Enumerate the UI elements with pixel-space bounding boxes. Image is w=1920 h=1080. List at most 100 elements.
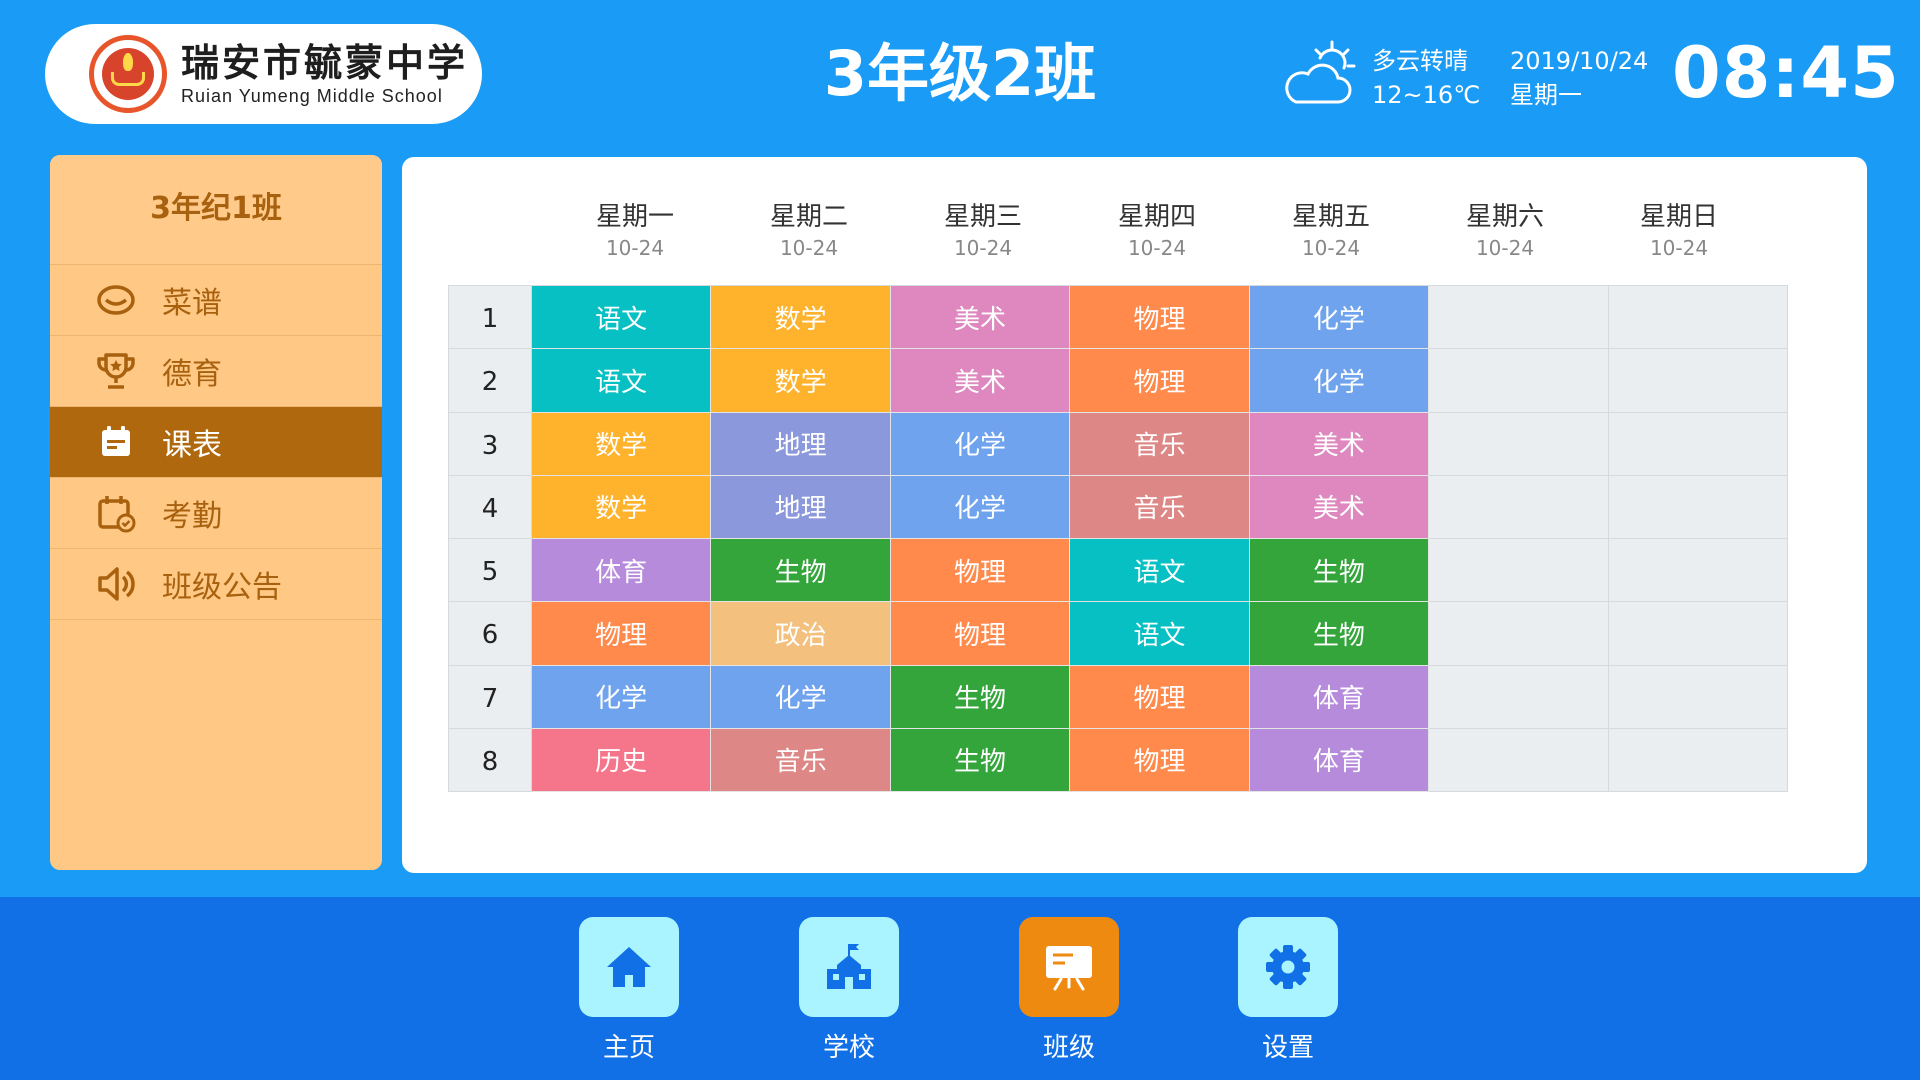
- empty-cell[interactable]: [1608, 475, 1788, 539]
- class-cell[interactable]: 物理: [1070, 728, 1250, 792]
- empty-cell[interactable]: [1429, 349, 1609, 413]
- empty-cell[interactable]: [1608, 665, 1788, 729]
- class-cell[interactable]: 语文: [1070, 539, 1250, 603]
- weather-condition: 多云转晴: [1372, 47, 1468, 75]
- class-cell[interactable]: 体育: [531, 539, 712, 603]
- class-cell[interactable]: 体育: [1249, 665, 1430, 729]
- empty-cell[interactable]: [1608, 412, 1788, 476]
- empty-cell[interactable]: [1429, 286, 1609, 350]
- class-cell[interactable]: 物理: [890, 602, 1071, 666]
- class-cell[interactable]: 音乐: [1070, 412, 1250, 476]
- class-cell[interactable]: 物理: [531, 602, 712, 666]
- day-name: 星期日: [1639, 202, 1718, 232]
- class-cell[interactable]: 美术: [890, 349, 1071, 413]
- class-cell[interactable]: 美术: [1249, 412, 1430, 476]
- table-row: 1 语文 数学 美术 物理 化学: [449, 286, 1788, 350]
- nav-class[interactable]: 班级: [1019, 917, 1119, 1065]
- class-cell[interactable]: 历史: [531, 728, 712, 792]
- class-cell[interactable]: 语文: [531, 349, 712, 413]
- class-cell[interactable]: 化学: [1249, 286, 1430, 350]
- class-cell[interactable]: 政治: [711, 602, 891, 666]
- period-number: 3: [449, 412, 532, 476]
- settings-button[interactable]: [1238, 917, 1338, 1017]
- class-cell[interactable]: 化学: [531, 665, 712, 729]
- class-cell[interactable]: 生物: [890, 665, 1071, 729]
- class-cell[interactable]: 生物: [1249, 602, 1430, 666]
- class-cell[interactable]: 数学: [711, 349, 891, 413]
- gear-icon: [1266, 945, 1310, 989]
- class-cell[interactable]: 语文: [531, 286, 712, 350]
- class-cell[interactable]: 生物: [711, 539, 891, 603]
- day-date: 10-24: [605, 236, 665, 260]
- class-cell[interactable]: 地理: [711, 412, 891, 476]
- period-number: 5: [449, 539, 532, 603]
- class-cell[interactable]: 化学: [890, 475, 1071, 539]
- nav-label: 学校: [822, 1033, 875, 1063]
- empty-cell[interactable]: [1608, 539, 1788, 603]
- sidebar-item-announcement[interactable]: 班级公告: [50, 549, 382, 620]
- school-icon: [827, 944, 871, 989]
- class-cell[interactable]: 生物: [890, 728, 1071, 792]
- class-cell[interactable]: 化学: [711, 665, 891, 729]
- class-cell[interactable]: 体育: [1249, 728, 1430, 792]
- calendar-icon: [96, 422, 136, 462]
- class-cell[interactable]: 语文: [1070, 602, 1250, 666]
- class-cell[interactable]: 美术: [890, 286, 1071, 350]
- class-cell[interactable]: 化学: [890, 412, 1071, 476]
- class-cell[interactable]: 物理: [1070, 349, 1250, 413]
- sidebar-item-menu[interactable]: 菜谱: [50, 265, 382, 336]
- period-number: 2: [449, 349, 532, 413]
- sidebar-item-moral-education[interactable]: 德育: [50, 336, 382, 407]
- day-name: 星期四: [1117, 202, 1196, 232]
- empty-cell[interactable]: [1429, 602, 1609, 666]
- empty-cell[interactable]: [1608, 286, 1788, 350]
- home-icon: [607, 947, 651, 987]
- home-button[interactable]: [579, 917, 679, 1017]
- day-header: 星期一 10-24: [548, 200, 722, 262]
- sidebar-item-timetable[interactable]: 课表: [50, 407, 382, 478]
- empty-cell[interactable]: [1429, 475, 1609, 539]
- day-date: 10-24: [1301, 236, 1361, 260]
- nav-home[interactable]: 主页: [579, 917, 679, 1065]
- empty-cell[interactable]: [1608, 728, 1788, 792]
- empty-cell[interactable]: [1608, 349, 1788, 413]
- bowl-icon: [96, 280, 136, 320]
- speaker-icon: [96, 564, 136, 604]
- day-date: 10-24: [1649, 236, 1709, 260]
- table-row: 2 语文 数学 美术 物理 化学: [449, 349, 1788, 413]
- class-cell[interactable]: 物理: [1070, 665, 1250, 729]
- class-cell[interactable]: 物理: [1070, 286, 1250, 350]
- nav-label: 主页: [602, 1033, 655, 1063]
- nav-settings[interactable]: 设置: [1238, 917, 1338, 1065]
- class-cell[interactable]: 生物: [1249, 539, 1430, 603]
- period-number: 1: [449, 286, 532, 350]
- day-header: 星期五 10-24: [1244, 200, 1418, 262]
- empty-cell[interactable]: [1429, 412, 1609, 476]
- class-cell[interactable]: 地理: [711, 475, 891, 539]
- nav-label: 设置: [1261, 1033, 1314, 1063]
- period-number: 7: [449, 665, 532, 729]
- empty-cell[interactable]: [1429, 728, 1609, 792]
- sidebar-item-attendance[interactable]: 考勤: [50, 478, 382, 549]
- class-cell[interactable]: 数学: [531, 475, 712, 539]
- current-weekday: 星期一: [1510, 81, 1582, 109]
- class-button[interactable]: [1019, 917, 1119, 1017]
- class-cell[interactable]: 音乐: [1070, 475, 1250, 539]
- day-header: 星期三 10-24: [896, 200, 1070, 262]
- whiteboard-icon: [1046, 946, 1092, 991]
- class-cell[interactable]: 数学: [531, 412, 712, 476]
- trophy-icon: [96, 351, 136, 391]
- bottom-nav: 主页 学校 班级 设置: [0, 897, 1920, 1080]
- class-cell[interactable]: 数学: [711, 286, 891, 350]
- class-cell[interactable]: 音乐: [711, 728, 891, 792]
- school-button[interactable]: [799, 917, 899, 1017]
- cloud-sun-icon: [1285, 40, 1356, 104]
- nav-school[interactable]: 学校: [799, 917, 899, 1065]
- school-name-cn: 瑞安市毓蒙中学: [181, 40, 469, 85]
- empty-cell[interactable]: [1608, 602, 1788, 666]
- class-cell[interactable]: 化学: [1249, 349, 1430, 413]
- empty-cell[interactable]: [1429, 665, 1609, 729]
- class-cell[interactable]: 美术: [1249, 475, 1430, 539]
- class-cell[interactable]: 物理: [890, 539, 1071, 603]
- empty-cell[interactable]: [1429, 539, 1609, 603]
